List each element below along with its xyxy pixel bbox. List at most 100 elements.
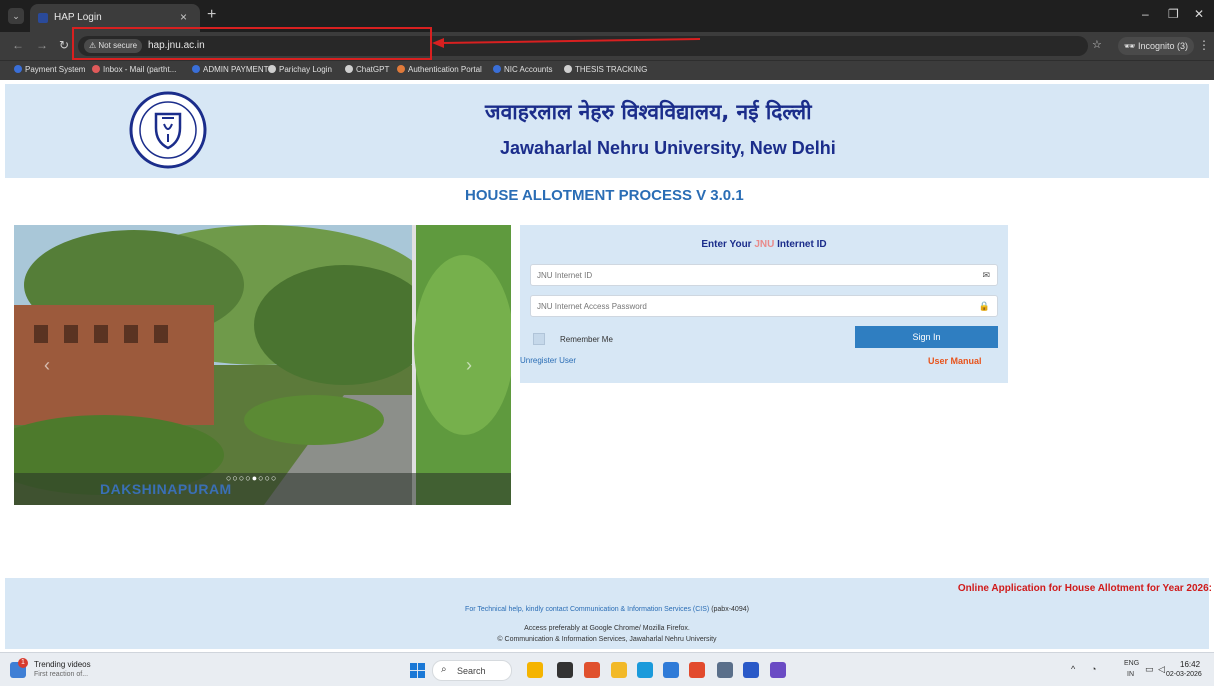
new-tab-plus-icon[interactable]: + xyxy=(207,6,216,24)
windows-start-icon[interactable] xyxy=(410,663,425,678)
login-heading-prefix: Enter Your xyxy=(701,239,755,250)
clock-time[interactable]: 16:42 xyxy=(1180,660,1200,669)
bookmark-item[interactable]: ChatGPT xyxy=(345,65,389,74)
online-application-notice[interactable]: Online Application for House Allotment f… xyxy=(958,583,1212,594)
display-icon[interactable]: ▭ xyxy=(1145,664,1154,675)
close-window-icon[interactable]: ✕ xyxy=(1194,7,1204,21)
annotation-arrow-icon xyxy=(432,38,701,48)
bookmark-item[interactable]: Parichay Login xyxy=(268,65,332,74)
tech-help-line: For Technical help, kindly contact Commu… xyxy=(5,606,1209,613)
bookmark-icon xyxy=(564,65,572,73)
page-title: HOUSE ALLOTMENT PROCESS V 3.0.1 xyxy=(465,187,744,204)
bookmark-label: Inbox - Mail (partht... xyxy=(103,65,177,74)
incognito-icon: 🕶 xyxy=(1124,41,1136,51)
bookmark-item[interactable]: Inbox - Mail (partht... xyxy=(92,65,176,74)
forward-arrow-icon[interactable]: → xyxy=(36,38,48,52)
windows-taskbar: 1 Trending videos First reaction of... ⌕… xyxy=(0,652,1214,686)
bookmark-icon xyxy=(268,65,276,73)
tab-close-icon[interactable]: × xyxy=(180,10,187,24)
search-icon: ⌕ xyxy=(441,664,447,675)
bookmark-star-icon[interactable]: ☆ xyxy=(1092,38,1102,51)
bookmark-icon xyxy=(192,65,200,73)
restore-icon[interactable]: ❐ xyxy=(1168,7,1179,21)
taskbar-app-icon[interactable] xyxy=(717,662,733,678)
tab-search-button[interactable]: ⌄ xyxy=(8,8,24,24)
password-input[interactable] xyxy=(537,299,967,313)
remember-me-checkbox[interactable] xyxy=(533,333,545,345)
taskbar-app-icon[interactable] xyxy=(584,662,600,678)
bookmark-item[interactable]: ADMIN PAYMENT xyxy=(192,65,268,74)
login-panel: Enter Your JNU Internet ID ✉ 🔒 Remember … xyxy=(520,225,1008,383)
news-badge: 1 xyxy=(18,658,28,668)
show-hidden-icons-chevron-icon[interactable]: ^ xyxy=(1071,664,1075,674)
bookmark-label: Payment System xyxy=(25,65,86,74)
tab-favicon-icon xyxy=(38,13,48,23)
bookmark-icon xyxy=(345,65,353,73)
language-indicator-top[interactable]: ENG xyxy=(1124,660,1139,667)
internet-id-input[interactable] xyxy=(537,268,967,282)
news-widget-title: Trending videos xyxy=(34,660,91,669)
login-heading: Enter Your JNU Internet ID xyxy=(520,239,1008,250)
english-university-title: Jawaharlal Nehru University, New Delhi xyxy=(500,138,836,158)
taskbar-app-icon[interactable] xyxy=(527,662,543,678)
page-header: जवाहरलाल नेहरु विश्वविद्यालय, नई दिल्ली … xyxy=(5,84,1209,178)
bookmark-label: ADMIN PAYMENT xyxy=(203,65,269,74)
sign-in-button[interactable]: Sign In xyxy=(855,326,998,348)
carousel-next-icon[interactable]: › xyxy=(466,355,472,376)
campus-image-carousel[interactable]: ‹ › ○○○○●○○○ DAKSHINAPURAM xyxy=(14,225,511,505)
login-heading-jnu: JNU xyxy=(754,239,775,250)
taskbar-app-icon[interactable] xyxy=(770,662,786,678)
taskbar-search-box[interactable]: ⌕ Search xyxy=(432,660,512,681)
network-icon[interactable]: ◔ xyxy=(1091,664,1096,674)
clock-date[interactable]: 02-03-2026 xyxy=(1166,671,1202,678)
taskbar-app-icon[interactable] xyxy=(611,662,627,678)
taskbar-app-icon[interactable] xyxy=(689,662,705,678)
annotation-highlight-box xyxy=(72,27,432,60)
internet-id-field[interactable]: ✉ xyxy=(530,264,998,286)
news-widget-subtitle: First reaction of... xyxy=(34,671,89,678)
hindi-university-title: जवाहरलाल नेहरु विश्वविद्यालय, नई दिल्ली xyxy=(485,100,812,124)
bookmark-icon xyxy=(14,65,22,73)
taskbar-app-icon[interactable] xyxy=(743,662,759,678)
bookmark-item[interactable]: NIC Accounts xyxy=(493,65,552,74)
tab-title: HAP Login xyxy=(54,12,102,23)
campus-photo xyxy=(14,225,511,505)
carousel-prev-icon[interactable]: ‹ xyxy=(44,355,50,376)
slide-caption: DAKSHINAPURAM xyxy=(100,481,232,497)
bookmark-label: ChatGPT xyxy=(356,65,390,74)
kebab-menu-icon[interactable]: ⋮ xyxy=(1198,38,1210,52)
bookmark-label: Parichay Login xyxy=(279,65,332,74)
bookmark-label: THESIS TRACKING xyxy=(575,65,648,74)
user-manual-link[interactable]: User Manual xyxy=(928,356,982,366)
minimize-icon[interactable]: – xyxy=(1142,7,1149,21)
search-label: Search xyxy=(457,666,486,676)
pabx-text: (pabx-4094) xyxy=(709,606,749,613)
bookmark-label: NIC Accounts xyxy=(504,65,553,74)
bookmark-item[interactable]: Payment System xyxy=(14,65,85,74)
taskbar-app-icon[interactable] xyxy=(637,662,653,678)
bookmark-icon xyxy=(92,65,100,73)
incognito-button[interactable]: 🕶 Incognito (3) xyxy=(1118,37,1194,55)
unregister-user-link[interactable]: Unregister User xyxy=(520,356,576,365)
volume-icon[interactable]: ◁ xyxy=(1158,664,1165,675)
bookmark-label: Authentication Portal xyxy=(408,65,482,74)
back-arrow-icon[interactable]: ← xyxy=(12,38,24,52)
language-indicator-bottom[interactable]: IN xyxy=(1127,671,1134,678)
tech-help-link[interactable]: For Technical help, kindly contact Commu… xyxy=(465,606,709,613)
login-heading-suffix: Internet ID xyxy=(774,239,827,250)
reload-icon[interactable]: ↻ xyxy=(59,38,69,52)
bookmarks-bar: Payment System Inbox - Mail (partht... A… xyxy=(0,60,1214,80)
envelope-icon: ✉ xyxy=(982,270,990,280)
password-field[interactable]: 🔒 xyxy=(530,295,998,317)
taskbar-app-icon[interactable] xyxy=(663,662,679,678)
bookmark-icon xyxy=(397,65,405,73)
taskbar-app-icon[interactable] xyxy=(557,662,573,678)
copyright-text: © Communication & Information Services, … xyxy=(497,636,717,643)
bookmark-icon xyxy=(493,65,501,73)
carousel-indicators[interactable]: ○○○○●○○○ xyxy=(226,473,278,483)
bookmark-item[interactable]: THESIS TRACKING xyxy=(564,65,647,74)
lock-icon: 🔒 xyxy=(978,301,990,311)
bookmark-item[interactable]: Authentication Portal xyxy=(397,65,482,74)
remember-me-label: Remember Me xyxy=(560,335,613,344)
browser-note: Access preferably at Google Chrome/ Mozi… xyxy=(524,625,690,632)
